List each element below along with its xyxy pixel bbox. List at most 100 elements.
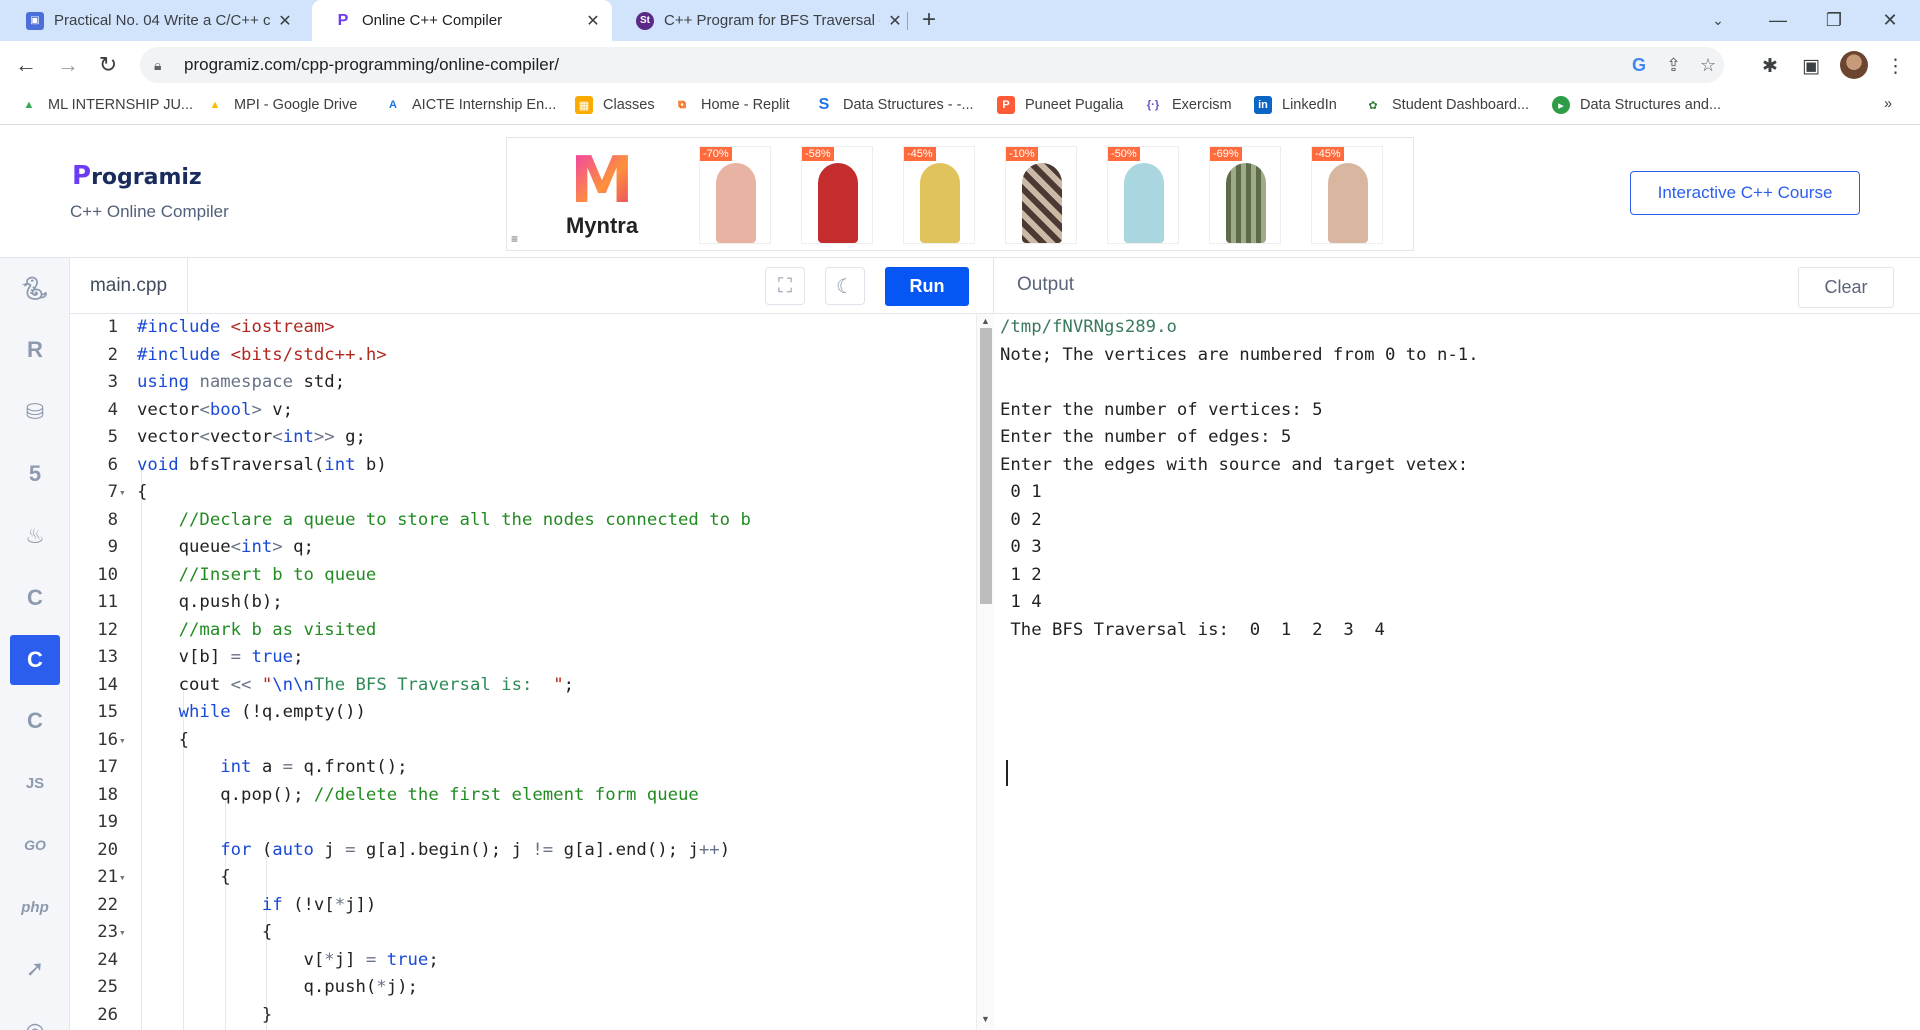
code-line[interactable]: 25 q.push(*j); [70,974,976,1002]
bookmark-mpi-drive[interactable]: ▲ MPI - Google Drive [206,96,358,114]
swift-icon[interactable]: ➚ [10,944,60,994]
fullscreen-icon[interactable]: ⛶ [765,267,805,305]
bookmark-star-icon[interactable]: ☆ [1700,55,1716,76]
fold-arrow-icon[interactable]: ▾ [119,864,126,892]
code-line[interactable]: 23 ▾ { [70,919,976,947]
code-line[interactable]: 13 v[b] = true; [70,644,976,672]
cpp-language-icon[interactable]: C [10,635,60,685]
code-line[interactable]: 5 vector<vector<int>> g; [70,424,976,452]
code-line[interactable]: 19 [70,809,976,837]
code-line[interactable]: 12 //mark b as visited [70,617,976,645]
bookmark-classes[interactable]: ▦ Classes [575,96,655,114]
code-line[interactable]: 3 using namespace std; [70,369,976,397]
scroll-down-icon[interactable]: ▼ [981,1014,990,1024]
interactive-course-button[interactable]: Interactive C++ Course [1630,171,1860,215]
clear-button[interactable]: Clear [1798,267,1894,308]
javascript-icon[interactable]: JS [10,758,60,808]
code-area[interactable]: 1 #include <iostream> 2 #include <bits/stdc… [70,314,976,1030]
tab-online-compiler[interactable]: P Online C++ Compiler ✕ [312,0,612,41]
ad-product[interactable]: -45% [1311,146,1383,244]
code-line[interactable]: 20 for (auto j = g[a].begin(); j != g[a]… [70,837,976,865]
dark-mode-icon[interactable]: ☾ [825,267,865,305]
new-tab-icon[interactable]: + [922,6,936,34]
tab-search-icon[interactable]: ⌄ [1690,0,1746,41]
java-icon[interactable]: ♨ [10,511,60,561]
ad-menu-icon[interactable]: ≡ [511,232,518,246]
line-number: 10 [97,564,118,585]
bookmark-ml-internship[interactable]: ▲ ML INTERNSHIP JU... [20,96,193,114]
myntra-ad-banner[interactable]: M Myntra ≡ -70% -58% -45% -10% -50% -69%… [506,137,1414,251]
share-icon[interactable]: ⇪ [1666,55,1681,76]
r-language-icon[interactable]: R [10,325,60,375]
ad-product[interactable]: -58% [801,146,873,244]
code-line[interactable]: 24 v[*j] = true; [70,947,976,975]
fold-arrow-icon[interactable]: ▾ [119,727,126,755]
run-button[interactable]: Run [885,267,969,306]
ad-product[interactable]: -45% [903,146,975,244]
code-line[interactable]: 11 q.push(b); [70,589,976,617]
html5-icon[interactable]: 5 [10,449,60,499]
code-line[interactable]: 10 //Insert b to queue [70,562,976,590]
close-tab-icon[interactable]: ✕ [584,11,602,31]
python-icon[interactable]: 🐍︎ [10,264,60,314]
address-bar[interactable]: 🔒︎ programiz.com/cpp-programming/online-… [140,47,1724,83]
file-tab-main-cpp[interactable]: main.cpp [70,258,188,314]
code-line[interactable]: 22 if (!v[*j]) [70,892,976,920]
reload-icon[interactable]: ↻ [92,49,124,81]
code-line[interactable]: 14 cout << "\n\nThe BFS Traversal is: "; [70,672,976,700]
code-line[interactable]: 6 void bfsTraversal(int b) [70,452,976,480]
fold-arrow-icon[interactable]: ▾ [119,919,126,947]
close-tab-icon[interactable]: ✕ [276,11,294,31]
extensions-icon[interactable]: ✱ [1762,55,1778,78]
line-number: 21 [97,867,118,887]
tab-bfs-program[interactable]: St C++ Program for BFS Traversal - ✕ [614,0,914,41]
close-tab-icon[interactable]: ✕ [886,11,904,31]
bookmark-aicte[interactable]: A AICTE Internship En... [384,96,556,114]
sql-database-icon[interactable]: ⛁ [10,387,60,437]
code-line[interactable]: 21 ▾ { [70,864,976,892]
restore-icon[interactable]: ❐ [1806,0,1862,41]
code-line[interactable]: 16 ▾ { [70,727,976,755]
ad-product[interactable]: -50% [1107,146,1179,244]
code-line[interactable]: 2 #include <bits/stdc++.h> [70,342,976,370]
tab-practical[interactable]: ▣ Practical No. 04 Write a C/C++ c ✕ [4,0,304,41]
forward-icon[interactable]: → [52,49,84,81]
minimize-icon[interactable]: — [1750,0,1806,41]
go-language-icon[interactable]: GO [10,820,60,870]
bookmark-student-dashboard[interactable]: ✿ Student Dashboard... [1364,96,1529,114]
google-lens-icon[interactable]: G [1632,55,1646,76]
php-icon[interactable]: php [10,882,60,932]
code-line[interactable]: 9 queue<int> q; [70,534,976,562]
ad-product[interactable]: -69% [1209,146,1281,244]
fold-arrow-icon[interactable]: ▾ [119,479,126,507]
code-line[interactable]: 26 } [70,1002,976,1030]
editor-scrollbar[interactable]: ▲ ▼ [976,314,994,1030]
code-line[interactable]: 1 #include <iostream> [70,314,976,342]
back-icon[interactable]: ← [10,49,42,81]
code-line[interactable]: 17 int a = q.front(); [70,754,976,782]
bookmark-exercism[interactable]: {·} Exercism [1144,96,1232,114]
more-bookmarks-icon[interactable]: » [1884,96,1892,112]
code-line[interactable]: 4 vector<bool> v; [70,397,976,425]
code-line[interactable]: 7 ▾ { [70,479,976,507]
profile-avatar[interactable] [1840,51,1868,79]
bookmark-puneet-pugalia[interactable]: P Puneet Pugalia [997,96,1123,114]
bookmark-data-structures[interactable]: S Data Structures - -... [815,96,974,114]
scroll-up-icon[interactable]: ▲ [981,316,990,326]
bookmark-linkedin[interactable]: in LinkedIn [1254,96,1337,114]
ad-product[interactable]: -10% [1005,146,1077,244]
c-language-icon[interactable]: C [10,573,60,623]
ad-product[interactable]: -70% [699,146,771,244]
code-line[interactable]: 15 while (!q.empty()) [70,699,976,727]
bookmark-data-structures-and[interactable]: ▸ Data Structures and... [1552,96,1721,114]
code-line[interactable]: 18 q.pop(); //delete the first element f… [70,782,976,810]
menu-icon[interactable]: ⋮ [1886,55,1905,78]
side-panel-icon[interactable]: ▣ [1802,55,1820,78]
scrollbar-thumb[interactable] [980,328,992,604]
code-line[interactable]: 8 //Declare a queue to store all the nod… [70,507,976,535]
programiz-logo[interactable]: Programiz [72,161,202,191]
bookmark-replit[interactable]: ⧉ Home - Replit [673,96,790,114]
close-window-icon[interactable]: ✕ [1862,0,1918,41]
more-language-icon[interactable]: ◎ [10,1006,60,1030]
csharp-language-icon[interactable]: C [10,696,60,746]
